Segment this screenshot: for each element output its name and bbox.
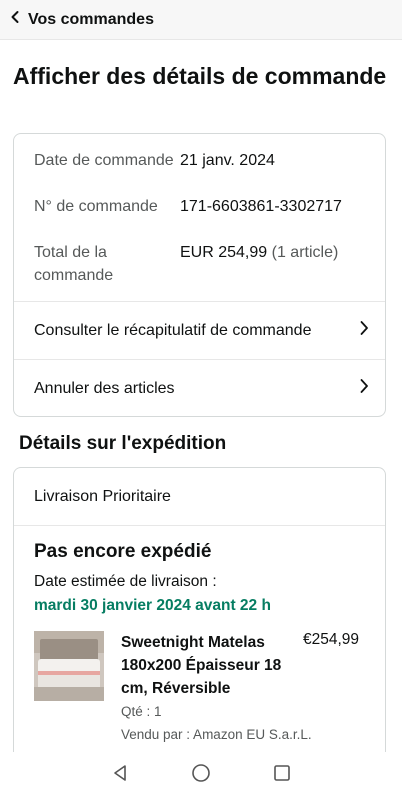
order-number-row: N° de commande 171-6603861-3302717 — [34, 195, 385, 241]
order-date-label: Date de commande — [34, 152, 174, 169]
product-name[interactable]: Sweetnight Matelas 180x200 Épaisseur 18 … — [121, 631, 291, 700]
back-button[interactable]: Vos commandes — [10, 10, 154, 29]
cancel-items-link[interactable]: Annuler des articles — [14, 359, 385, 417]
estimated-delivery-date: mardi 30 janvier 2024 avant 22 h — [34, 597, 271, 614]
back-triangle-icon[interactable] — [110, 763, 130, 788]
order-item-count: (1 article) — [271, 244, 339, 261]
product-image[interactable] — [34, 631, 104, 701]
cancel-items-label: Annuler des articles — [34, 379, 175, 397]
order-date-row: Date de commande 21 janv. 2024 — [34, 149, 385, 195]
chevron-right-icon — [359, 320, 369, 341]
delivery-type: Livraison Prioritaire — [14, 468, 385, 526]
product-seller: Vendu par : Amazon EU S.a.r.L. — [121, 727, 312, 742]
order-summary-card: Date de commande 21 janv. 2024 N° de com… — [13, 133, 386, 417]
order-date-value: 21 janv. 2024 — [180, 152, 275, 169]
order-number-label: N° de commande — [34, 198, 158, 215]
order-total-label: Total de la commande — [34, 244, 114, 284]
order-total-amount: EUR 254,99 — [180, 244, 268, 261]
page-title: Afficher des détails de commande — [13, 63, 387, 89]
order-info-table: Date de commande 21 janv. 2024 N° de com… — [14, 134, 385, 287]
shipment-card: Livraison Prioritaire Pas encore expédié… — [13, 467, 386, 767]
shipping-section-title: Détails sur l'expédition — [19, 433, 227, 454]
estimated-delivery-label: Date estimée de livraison : — [34, 573, 217, 590]
chevron-right-icon — [359, 378, 369, 399]
system-nav-bar — [0, 752, 402, 798]
back-label: Vos commandes — [28, 10, 154, 28]
view-order-summary-label: Consulter le récapitulatif de commande — [34, 321, 312, 339]
view-order-summary-link[interactable]: Consulter le récapitulatif de commande — [14, 301, 385, 359]
top-bar: Vos commandes — [0, 0, 402, 40]
shipment-status: Pas encore expédié — [34, 541, 212, 562]
order-total-value: EUR 254,99 (1 article) — [180, 241, 338, 287]
product-quantity: Qté : 1 — [121, 704, 162, 719]
chevron-left-icon — [10, 10, 20, 29]
recents-square-icon[interactable] — [272, 763, 292, 788]
product-price: €254,99 — [303, 631, 360, 648]
order-number-value: 171-6603861-3302717 — [180, 198, 342, 215]
order-total-row: Total de la commande EUR 254,99 (1 artic… — [34, 241, 385, 287]
home-circle-icon[interactable] — [191, 763, 211, 788]
